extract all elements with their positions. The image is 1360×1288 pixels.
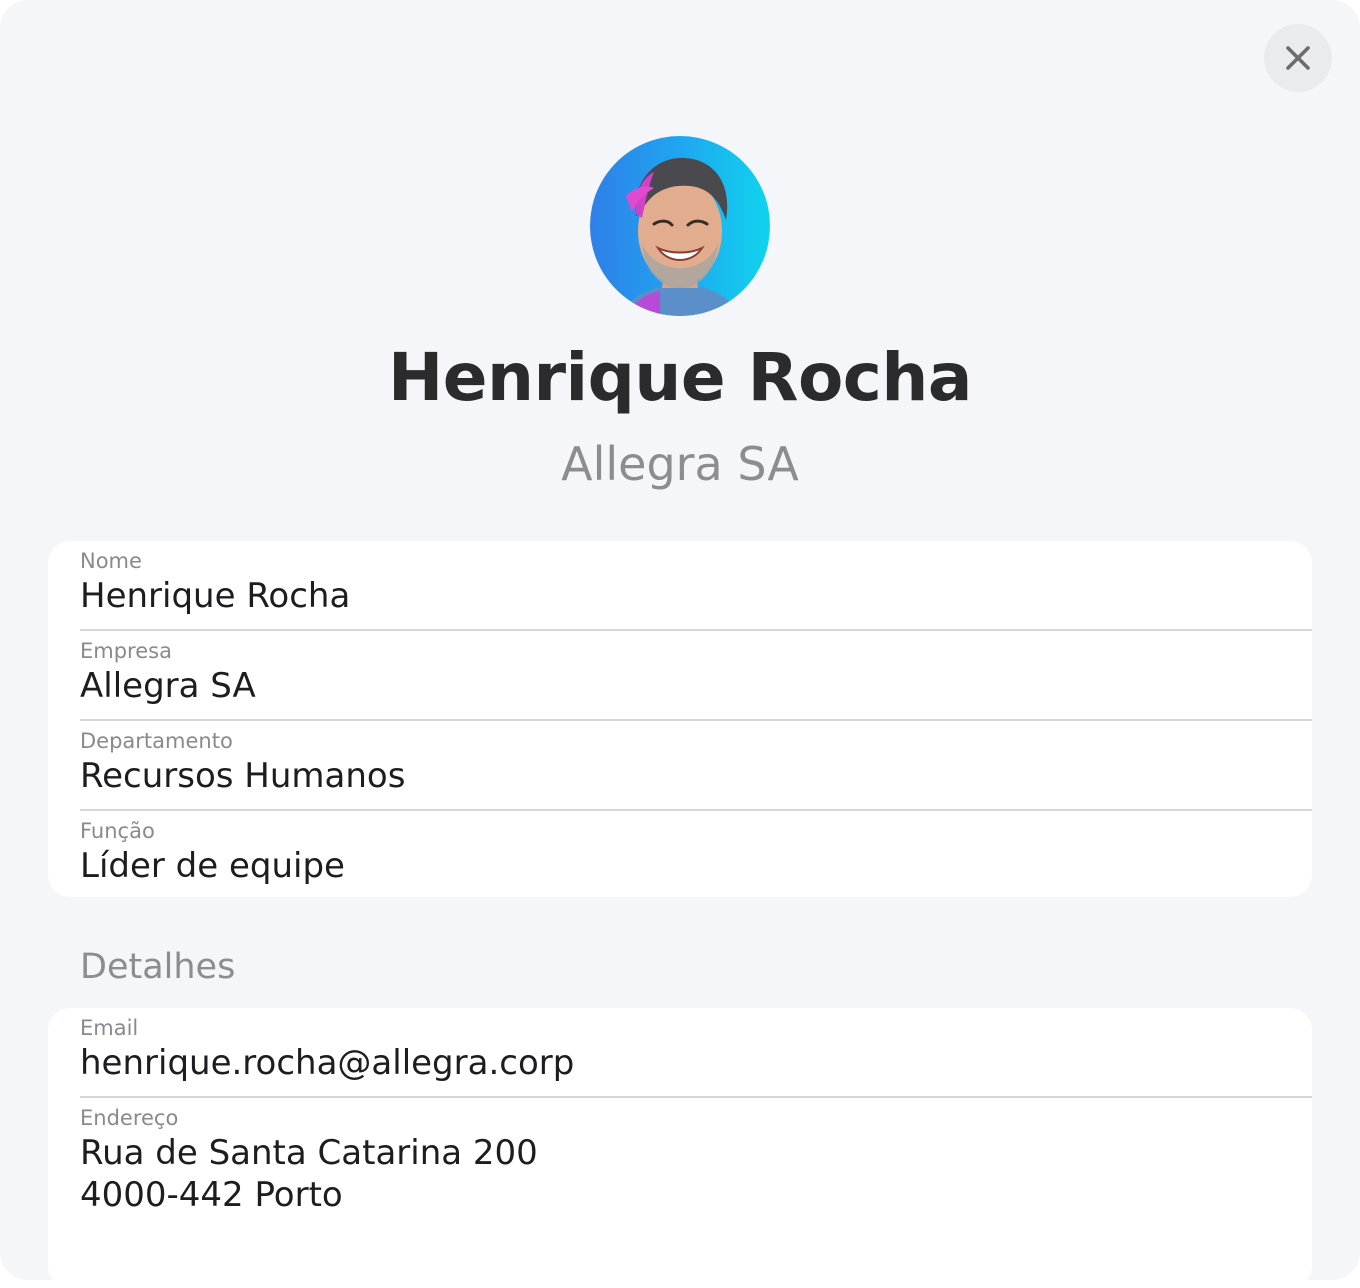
field-row-funcao: Função Líder de equipe	[80, 811, 1312, 897]
primary-info-card: Nome Henrique Rocha Empresa Allegra SA D…	[48, 541, 1312, 897]
details-section-heading: Detalhes	[80, 947, 236, 987]
close-button[interactable]	[1264, 24, 1332, 92]
field-row-nome: Nome Henrique Rocha	[80, 541, 1312, 631]
address-value[interactable]: Rua de Santa Catarina 200 4000-442 Porto	[80, 1132, 538, 1216]
close-icon	[1286, 46, 1310, 70]
field-row-email: Email henrique.rocha@allegra.corp	[80, 1008, 1312, 1098]
field-label: Função	[80, 819, 155, 843]
field-value[interactable]: Líder de equipe	[80, 845, 345, 887]
avatar-portrait-image	[590, 136, 770, 316]
address-line-2: 4000-442 Porto	[80, 1175, 343, 1215]
field-row-departamento: Departamento Recursos Humanos	[80, 721, 1312, 811]
profile-name-title: Henrique Rocha	[388, 339, 972, 416]
field-label: Nome	[80, 549, 142, 573]
address-line-1: Rua de Santa Catarina 200	[80, 1133, 538, 1173]
email-link[interactable]: henrique.rocha@allegra.corp	[80, 1042, 574, 1084]
field-row-endereco: Endereço Rua de Santa Catarina 200 4000-…	[80, 1098, 1312, 1288]
contact-card-sheet: Henrique Rocha Allegra SA Nome Henrique …	[0, 0, 1360, 1288]
avatar	[590, 136, 770, 316]
field-value[interactable]: Allegra SA	[80, 665, 256, 707]
field-value[interactable]: Henrique Rocha	[80, 575, 350, 617]
field-label: Endereço	[80, 1106, 179, 1130]
field-label: Empresa	[80, 639, 172, 663]
details-card: Email henrique.rocha@allegra.corp Endere…	[48, 1008, 1312, 1288]
profile-company-subtitle: Allegra SA	[561, 437, 799, 491]
field-value[interactable]: Recursos Humanos	[80, 755, 405, 797]
field-row-empresa: Empresa Allegra SA	[80, 631, 1312, 721]
field-label: Departamento	[80, 729, 233, 753]
field-label: Email	[80, 1016, 139, 1040]
